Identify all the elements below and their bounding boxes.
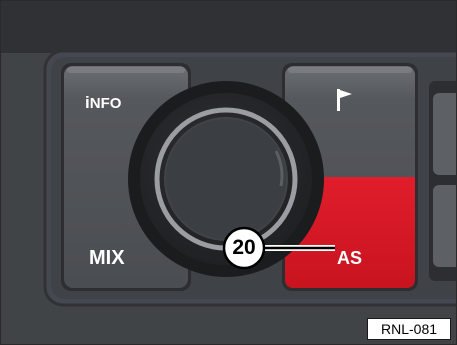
mix-label: MIX (89, 247, 125, 269)
as-label: AS (337, 248, 363, 268)
panel-graphic (1, 1, 457, 307)
radio-control-panel: iNFO MIX AS 20 RNL-081 (0, 0, 457, 345)
callout-number: 20 (232, 236, 256, 259)
side-buttons[interactable] (429, 81, 457, 281)
figure-reference: RNL-081 (367, 318, 451, 340)
info-label-rest: NFO (89, 95, 122, 112)
info-label: iNFO (85, 93, 121, 113)
